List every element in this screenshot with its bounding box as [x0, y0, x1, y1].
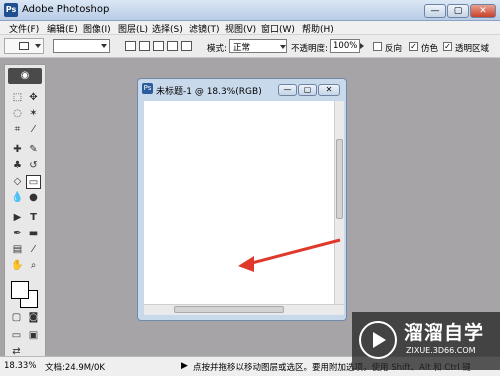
zoom-level[interactable]: 18.33% [4, 361, 36, 371]
arrow-shaft [247, 238, 341, 266]
play-arrow-icon: ▶ [181, 361, 188, 371]
watermark-logo-icon [359, 321, 397, 359]
watermark-url: ZIXUE.3D66.COM [406, 346, 476, 355]
watermark-brand: 溜溜自学 [404, 322, 485, 344]
arrow-head [238, 256, 254, 272]
document-size: 文档:24.9M/0K [45, 363, 105, 373]
watermark: 溜溜自学 ZIXUE.3D66.COM [352, 312, 500, 370]
